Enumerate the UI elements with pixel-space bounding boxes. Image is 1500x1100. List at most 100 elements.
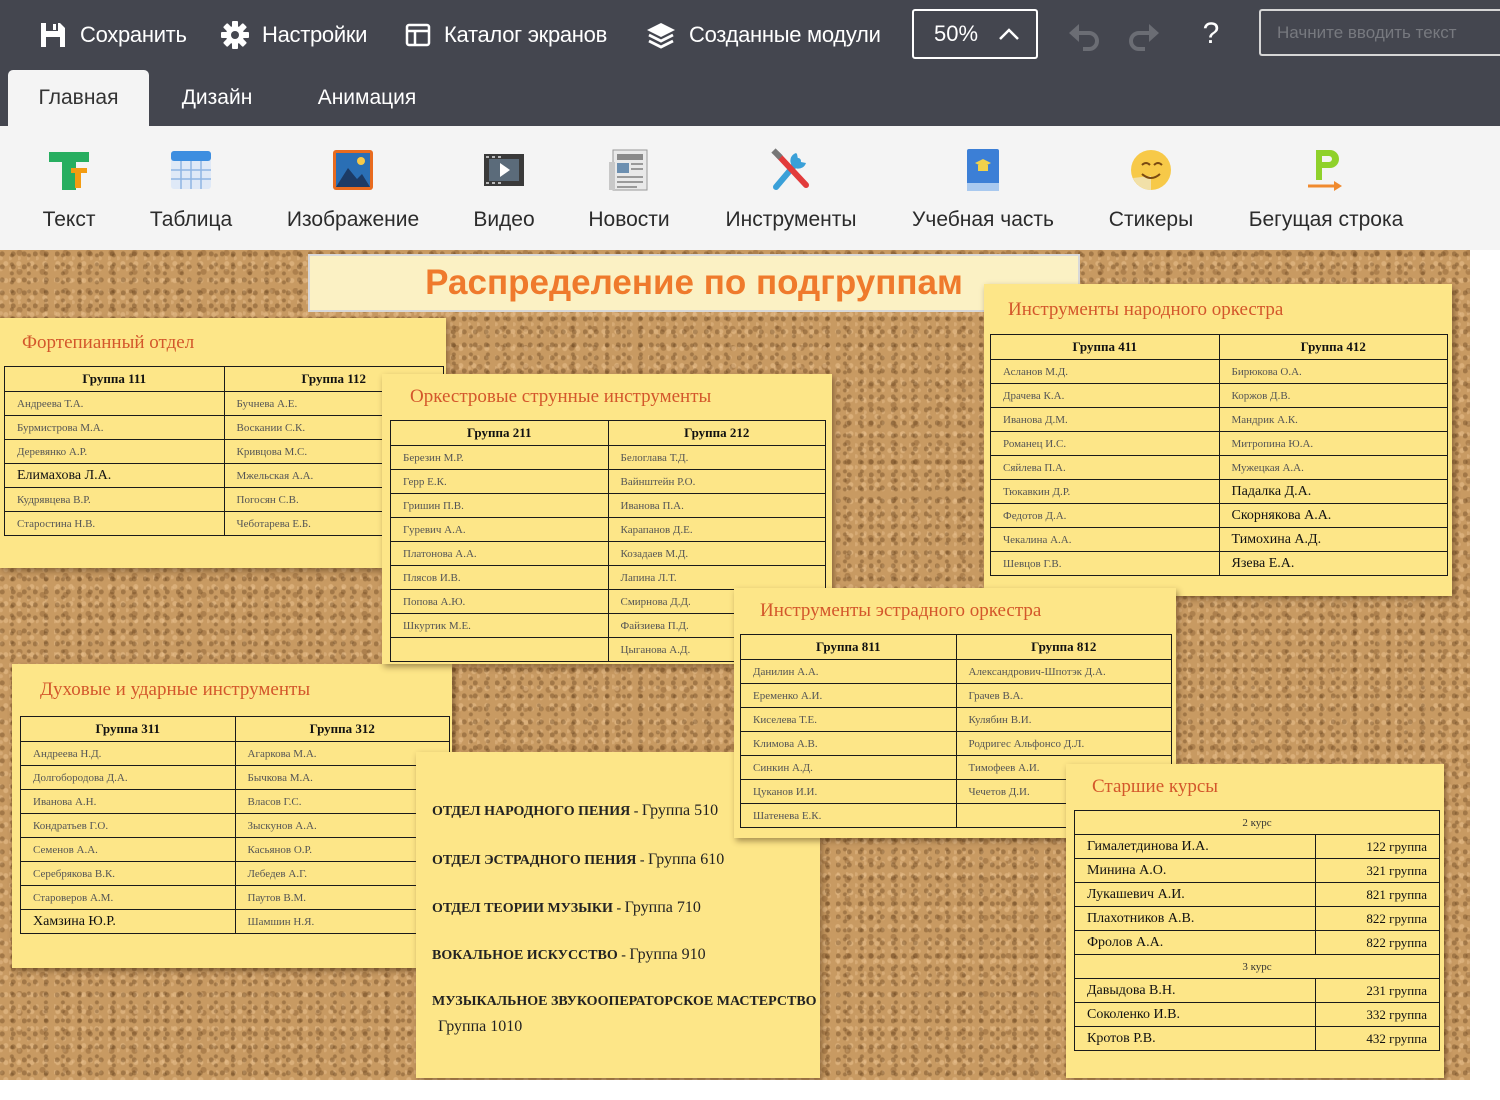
screen-catalog-label: Каталог экранов — [444, 22, 607, 47]
group-number-cell: 822 группа — [1314, 930, 1441, 955]
student-name-cell: Скорнякова А.А. — [1218, 503, 1448, 528]
ribbon-academic-button[interactable]: Учебная часть — [908, 126, 1058, 250]
note-title: Фортепианный отдел — [22, 332, 195, 353]
student-name-cell: Кротов Р.В. — [1074, 1026, 1316, 1051]
zoom-select[interactable]: 50% — [912, 9, 1038, 59]
dept-music-theory: ОТДЕЛ ТЕОРИИ МУЗЫКИ - Группа 710 — [432, 899, 701, 917]
group-number-cell: 231 группа — [1314, 978, 1441, 1003]
student-name-cell: Старостина Н.В. — [4, 511, 225, 536]
ribbon-label: Учебная часть — [912, 208, 1054, 231]
table-row: Старостина Н.В. Чеботарева Е.Б. — [4, 511, 444, 536]
course-label: 2 курс — [1074, 810, 1440, 835]
note-winds-percussion[interactable]: Духовые и ударные инструменты Группа 311… — [12, 664, 452, 968]
table-row: Андреева Т.А. Бучнева А.Е. — [4, 391, 444, 416]
group-table-folk: Группа 411 Группа 412 Асланов М.Д. Бирюкова… — [990, 334, 1448, 576]
student-name-cell: Мужецкая А.А. — [1218, 455, 1448, 480]
redo-icon — [1129, 24, 1159, 51]
created-modules-button[interactable]: Созданные модули — [645, 14, 881, 56]
student-name-cell: Шкуртик М.Е. — [390, 613, 609, 638]
zoom-value: 50% — [934, 21, 979, 46]
student-name-cell: Коржов Д.В. — [1218, 383, 1448, 408]
save-button[interactable]: Сохранить — [38, 14, 187, 56]
dept-name: МУЗЫКАЛЬНОЕ ЗВУКООПЕРАТОРСКОЕ МАСТЕРСТВО — [432, 994, 817, 1009]
student-name-cell: Климова А.В. — [740, 731, 957, 756]
book-icon — [967, 149, 999, 191]
table-row: Минина А.О. 321 группа — [1074, 858, 1441, 883]
student-name-cell: Плясов И.В. — [390, 565, 609, 590]
tab-home[interactable]: Главная — [8, 70, 149, 126]
table-row: Староверов А.М. Паутов В.М. — [20, 885, 450, 910]
dept-name: ВОКАЛЬНОЕ ИСКУССТВО - — [432, 948, 630, 963]
tab-design[interactable]: Дизайн — [158, 70, 276, 126]
ribbon-label: Видео — [473, 208, 535, 231]
dept-group: Группа 610 — [648, 851, 725, 868]
student-name-cell: Плахотников А.В. — [1074, 906, 1316, 931]
ribbon-tools-button[interactable]: Инструменты — [720, 126, 862, 250]
student-name-cell: Гришин П.В. — [390, 493, 609, 518]
student-name-cell: Данилин А.А. — [740, 659, 957, 684]
student-name-cell: Герр Е.К. — [390, 469, 609, 494]
course-label: 3 курс — [1074, 954, 1440, 979]
student-name-cell: Лапина Л.Т. — [607, 565, 826, 590]
table-row: Романец И.С. Митропина Ю.А. — [990, 431, 1448, 456]
ribbon-video-button[interactable]: Видео — [470, 126, 538, 250]
student-name-cell: Синкин А.Д. — [740, 755, 957, 780]
table-row: Кротов Р.В. 432 группа — [1074, 1026, 1441, 1051]
ribbon-label: Таблица — [149, 208, 233, 231]
student-name-cell: Падалка Д.А. — [1218, 479, 1448, 504]
ribbon-image-button[interactable]: Изображение — [282, 126, 424, 250]
table-row: Киселева Т.Е. Кулябин В.И. — [740, 707, 1172, 732]
settings-button[interactable]: Настройки — [220, 14, 367, 56]
table-row: Тюкавкин Д.Р. Падалка Д.А. — [990, 479, 1448, 504]
student-name-cell: Асланов М.Д. — [990, 359, 1220, 384]
screen-catalog-button[interactable]: Каталог экранов — [404, 14, 607, 56]
student-name-cell: Кудрявцева В.Р. — [4, 487, 225, 512]
ribbon-stickers-button[interactable]: Стикеры — [1104, 126, 1198, 250]
note-title: Духовые и ударные инструменты — [40, 679, 311, 700]
ribbon-label: Стикеры — [1108, 208, 1194, 231]
group-header: Группа 211 — [390, 420, 609, 446]
table-header-row: Группа 211 Группа 212 — [390, 420, 826, 446]
ribbon-ticker-button[interactable]: Бегущая строка — [1244, 126, 1408, 250]
table-row: Драчева К.А. Коржов Д.В. — [990, 383, 1448, 408]
table-icon — [171, 151, 211, 189]
help-button[interactable]: ? — [1196, 12, 1226, 56]
ribbon-text-button[interactable]: Текст — [28, 126, 110, 250]
group-header: Группа 411 — [990, 334, 1220, 360]
note-piano-department[interactable]: Фортепианный отдел Группа 111 Группа 112 А… — [0, 318, 446, 568]
dept-vocal-art: ВОКАЛЬНОЕ ИСКУССТВО - Группа 910 — [432, 946, 706, 964]
ribbon-news-button[interactable]: Новости — [583, 126, 675, 250]
cork-board-canvas[interactable]: Распределение по подгруппам Фортепианный… — [0, 250, 1470, 1080]
group-table-winds: Группа 311 Группа 312 Андреева Н.Д. Агарков… — [20, 716, 450, 934]
course-header-row: 3 курс — [1074, 954, 1440, 979]
table-header-row: Группа 111 Группа 112 — [4, 366, 444, 392]
table-row: Елимахова Л.А. Мжельская А.А. — [4, 463, 444, 488]
student-name-cell: Козадаев М.Д. — [607, 541, 826, 566]
ticker-icon — [1308, 150, 1342, 191]
undo-button[interactable] — [1064, 16, 1104, 56]
group-header: Группа 811 — [740, 634, 957, 660]
search-input[interactable] — [1259, 9, 1500, 56]
table-row: Иванова Д.М. Мандрик А.К. — [990, 407, 1448, 432]
group-number-cell: 822 группа — [1314, 906, 1441, 931]
table-row: Березин М.Р. Белоглава Т.Д. — [390, 445, 826, 470]
table-row: Платонова А.А. Козадаев М.Д. — [390, 541, 826, 566]
student-name-cell: Вайнштейн Р.О. — [607, 469, 826, 494]
table-header-row: Группа 411 Группа 412 — [990, 334, 1448, 360]
student-name-cell: Давыдова В.Н. — [1074, 978, 1316, 1003]
student-name-cell: Грачев В.А. — [955, 683, 1172, 708]
table-row: Климова А.В. Родригес Альфонсо Д.Л. — [740, 731, 1172, 756]
student-name-cell: Минина А.О. — [1074, 858, 1316, 883]
ribbon-table-button[interactable]: Таблица — [142, 126, 240, 250]
student-name-cell: Иванова А.Н. — [20, 789, 236, 814]
table-row: Фролов А.А. 822 группа — [1074, 930, 1441, 955]
ribbon-label: Текст — [42, 208, 96, 231]
table-row: Лукашевич А.И. 821 группа — [1074, 882, 1441, 907]
redo-button[interactable] — [1124, 16, 1164, 56]
student-name-cell: Мандрик А.К. — [1218, 407, 1448, 432]
tab-animation[interactable]: Анимация — [296, 70, 438, 126]
board-title[interactable]: Распределение по подгруппам — [308, 254, 1080, 312]
note-senior-courses[interactable]: Старшие курсы 2 курс Гималетдинова И.А. 12… — [1066, 764, 1444, 1078]
table-row: Долгобородова Д.А. Бычкова М.А. — [20, 765, 450, 790]
note-folk-orchestra[interactable]: Инструменты народного оркестра Группа 41… — [984, 284, 1452, 596]
